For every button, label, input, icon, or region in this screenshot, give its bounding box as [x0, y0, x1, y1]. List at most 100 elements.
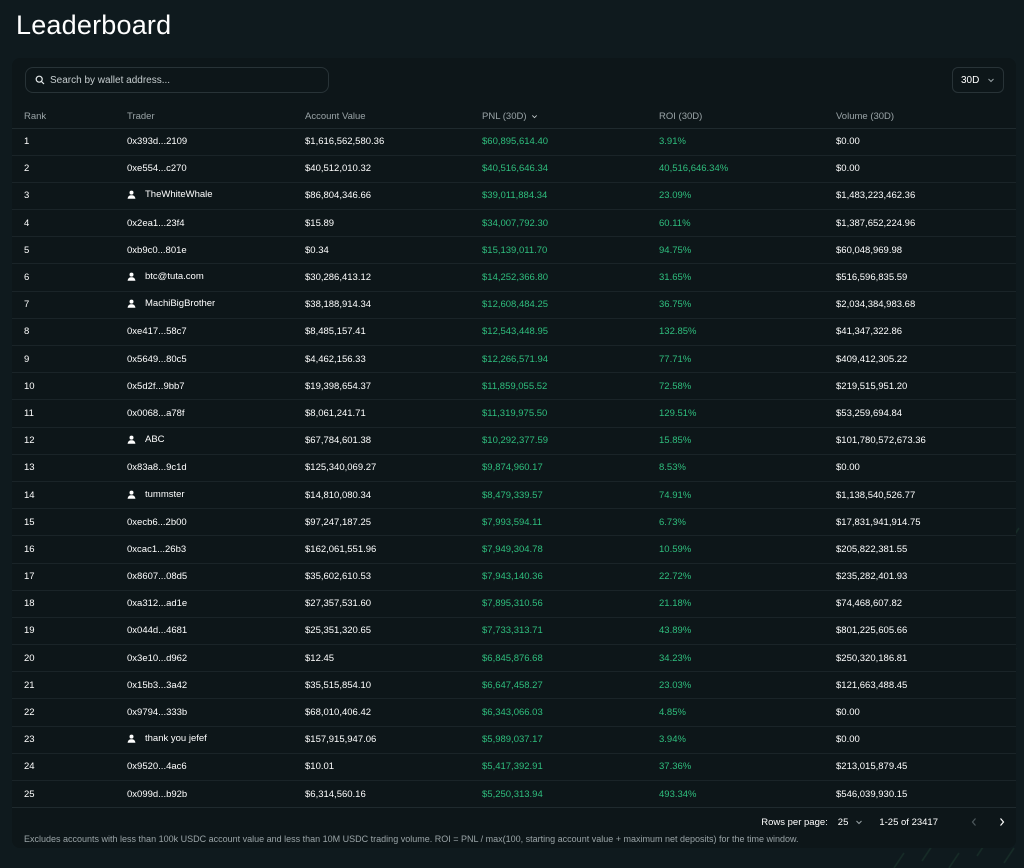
next-page-button[interactable]: [994, 814, 1010, 830]
table-row[interactable]: 21 0x15b3...3a42 $35,515,854.10 $6,647,458.…: [12, 671, 1016, 700]
trader-cell[interactable]: 0xecb6...2b00: [127, 508, 305, 537]
trader-link[interactable]: TheWhiteWhale: [127, 189, 213, 200]
table-row[interactable]: 1 0x393d...2109 $1,616,562,580.36 $60,895,6…: [12, 128, 1016, 156]
trader-cell[interactable]: MachiBigBrother: [127, 291, 305, 319]
volume-cell: $60,048,969.98: [836, 236, 1016, 265]
table-row[interactable]: 6 btc@tuta.com $30,286,413.12 $14,252,366.8…: [12, 263, 1016, 292]
trader-cell[interactable]: 0x9520...4ac6: [127, 753, 305, 782]
trader-link[interactable]: MachiBigBrother: [127, 298, 215, 309]
column-header-pnl[interactable]: PNL (30D): [482, 106, 659, 129]
search-input[interactable]: [50, 74, 310, 86]
table-row[interactable]: 11 0x0068...a78f $8,061,241.71 $11,319,975.…: [12, 399, 1016, 428]
trader-cell[interactable]: tummster: [127, 481, 305, 510]
trader-link[interactable]: 0xecb6...2b00: [127, 517, 187, 528]
trader-name: 0x393d...2109: [127, 136, 188, 148]
table-row[interactable]: 23 thank you jefef $157,915,947.06 $5,989,0…: [12, 726, 1016, 754]
trader-link[interactable]: 0x15b3...3a42: [127, 680, 187, 691]
table-row[interactable]: 19 0x044d...4681 $25,351,320.65 $7,733,313.…: [12, 617, 1016, 646]
table-row[interactable]: 17 0x8607...08d5 $35,602,610.53 $7,943,140.…: [12, 563, 1016, 591]
table-row[interactable]: 22 0x9794...333b $68,010,406.42 $6,343,066.…: [12, 698, 1016, 727]
chevron-left-icon: [971, 818, 976, 826]
trader-link[interactable]: tummster: [127, 489, 185, 500]
trader-link[interactable]: 0x8607...08d5: [127, 571, 187, 582]
period-select[interactable]: 30D: [952, 67, 1004, 93]
trader-link[interactable]: 0x3e10...d962: [127, 653, 187, 664]
trader-link[interactable]: 0x5649...80c5: [127, 354, 187, 365]
trader-link[interactable]: 0x9520...4ac6: [127, 761, 187, 772]
account-value-cell: $86,804,346.66: [305, 182, 482, 211]
trader-link[interactable]: 0x5d2f...9bb7: [127, 381, 185, 392]
trader-name: 0x5d2f...9bb7: [127, 380, 185, 392]
table-row[interactable]: 3 TheWhiteWhale $86,804,346.66 $39,011,884.…: [12, 182, 1016, 211]
trader-link[interactable]: btc@tuta.com: [127, 271, 204, 282]
table-row[interactable]: 13 0x83a8...9c1d $125,340,069.27 $9,874,960…: [12, 454, 1016, 482]
table-row[interactable]: 16 0xcac1...26b3 $162,061,551.96 $7,949,304…: [12, 535, 1016, 564]
trader-link[interactable]: 0xb9c0...801e: [127, 245, 187, 256]
table-row[interactable]: 14 tummster $14,810,080.34 $8,479,339.57 74.…: [12, 481, 1016, 510]
trader-cell[interactable]: btc@tuta.com: [127, 263, 305, 292]
table-row[interactable]: 4 0x2ea1...23f4 $15.89 $34,007,792.30 60.11%…: [12, 209, 1016, 238]
trader-cell[interactable]: 0x83a8...9c1d: [127, 454, 305, 482]
trader-cell[interactable]: 0xe554...c270: [127, 155, 305, 183]
trader-link[interactable]: 0xa312...ad1e: [127, 598, 187, 609]
trader-cell[interactable]: TheWhiteWhale: [127, 182, 305, 211]
trader-name: 0xecb6...2b00: [127, 516, 187, 528]
table-row[interactable]: 10 0x5d2f...9bb7 $19,398,654.37 $11,859,055…: [12, 372, 1016, 401]
trader-cell[interactable]: 0x0068...a78f: [127, 399, 305, 428]
trader-link[interactable]: 0xcac1...26b3: [127, 544, 186, 555]
account-value-cell: $162,061,551.96: [305, 535, 482, 564]
search-box[interactable]: [25, 67, 329, 93]
column-header-volume[interactable]: Volume (30D): [836, 106, 1016, 129]
table-row[interactable]: 7 MachiBigBrother $38,188,914.34 $12,608,48…: [12, 291, 1016, 319]
trader-cell[interactable]: 0xe417...58c7: [127, 318, 305, 347]
table-row[interactable]: 2 0xe554...c270 $40,512,010.32 $40,516,646.…: [12, 155, 1016, 183]
rank-cell: 17: [12, 563, 127, 591]
pnl-cell: $9,874,960.17: [482, 454, 659, 482]
trader-link[interactable]: 0x83a8...9c1d: [127, 462, 187, 473]
column-header-roi[interactable]: ROI (30D): [659, 106, 836, 129]
table-row[interactable]: 5 0xb9c0...801e $0.34 $15,139,011.70 94.75% $…: [12, 236, 1016, 265]
trader-cell[interactable]: ABC: [127, 427, 305, 455]
trader-link[interactable]: ABC: [127, 434, 165, 445]
trader-link[interactable]: 0x9794...333b: [127, 707, 187, 718]
trader-link[interactable]: 0xe417...58c7: [127, 326, 187, 337]
trader-cell[interactable]: 0x5d2f...9bb7: [127, 372, 305, 401]
trader-cell[interactable]: 0x393d...2109: [127, 128, 305, 156]
column-header-account-value[interactable]: Account Value: [305, 106, 482, 129]
trader-cell[interactable]: 0xa312...ad1e: [127, 590, 305, 618]
account-value-cell: $0.34: [305, 236, 482, 265]
trader-link[interactable]: 0xe554...c270: [127, 163, 187, 174]
trader-cell[interactable]: 0x044d...4681: [127, 617, 305, 646]
trader-link[interactable]: 0x044d...4681: [127, 625, 187, 636]
trader-link[interactable]: 0x099d...b92b: [127, 789, 187, 800]
trader-cell[interactable]: 0x099d...b92b: [127, 780, 305, 809]
rank-cell: 11: [12, 399, 127, 428]
trader-cell[interactable]: 0x5649...80c5: [127, 345, 305, 374]
trader-link[interactable]: 0x393d...2109: [127, 136, 187, 147]
table-row[interactable]: 25 0x099d...b92b $6,314,560.16 $5,250,313.9…: [12, 780, 1016, 809]
trader-cell[interactable]: 0xcac1...26b3: [127, 535, 305, 564]
trader-cell[interactable]: 0x8607...08d5: [127, 563, 305, 591]
trader-cell[interactable]: 0x2ea1...23f4: [127, 209, 305, 238]
trader-cell[interactable]: 0x9794...333b: [127, 698, 305, 727]
trader-link[interactable]: 0x2ea1...23f4: [127, 218, 185, 229]
trader-link[interactable]: 0x0068...a78f: [127, 408, 185, 419]
table-row[interactable]: 20 0x3e10...d962 $12.45 $6,845,876.68 34.23%…: [12, 644, 1016, 673]
table-row[interactable]: 12 ABC $67,784,601.38 $10,292,377.59 15.85% $…: [12, 427, 1016, 455]
volume-cell: $2,034,384,983.68: [836, 291, 1016, 319]
previous-page-button[interactable]: [966, 814, 982, 830]
table-row[interactable]: 8 0xe417...58c7 $8,485,157.41 $12,543,448.9…: [12, 318, 1016, 347]
trader-link[interactable]: thank you jefef: [127, 733, 207, 744]
table-row[interactable]: 9 0x5649...80c5 $4,462,156.33 $12,266,571.9…: [12, 345, 1016, 374]
trader-cell[interactable]: thank you jefef: [127, 726, 305, 754]
trader-cell[interactable]: 0x15b3...3a42: [127, 671, 305, 700]
trader-cell[interactable]: 0x3e10...d962: [127, 644, 305, 673]
table-row[interactable]: 18 0xa312...ad1e $27,357,531.60 $7,895,310.…: [12, 590, 1016, 618]
table-row[interactable]: 15 0xecb6...2b00 $97,247,187.25 $7,993,594.…: [12, 508, 1016, 537]
rows-per-page-select[interactable]: 25: [838, 817, 864, 828]
account-value-cell: $157,915,947.06: [305, 726, 482, 754]
table-row[interactable]: 24 0x9520...4ac6 $10.01 $5,417,392.91 37.36%…: [12, 753, 1016, 782]
rows-per-page-label: Rows per page:: [761, 816, 828, 828]
rank-cell: 7: [12, 291, 127, 319]
trader-cell[interactable]: 0xb9c0...801e: [127, 236, 305, 265]
